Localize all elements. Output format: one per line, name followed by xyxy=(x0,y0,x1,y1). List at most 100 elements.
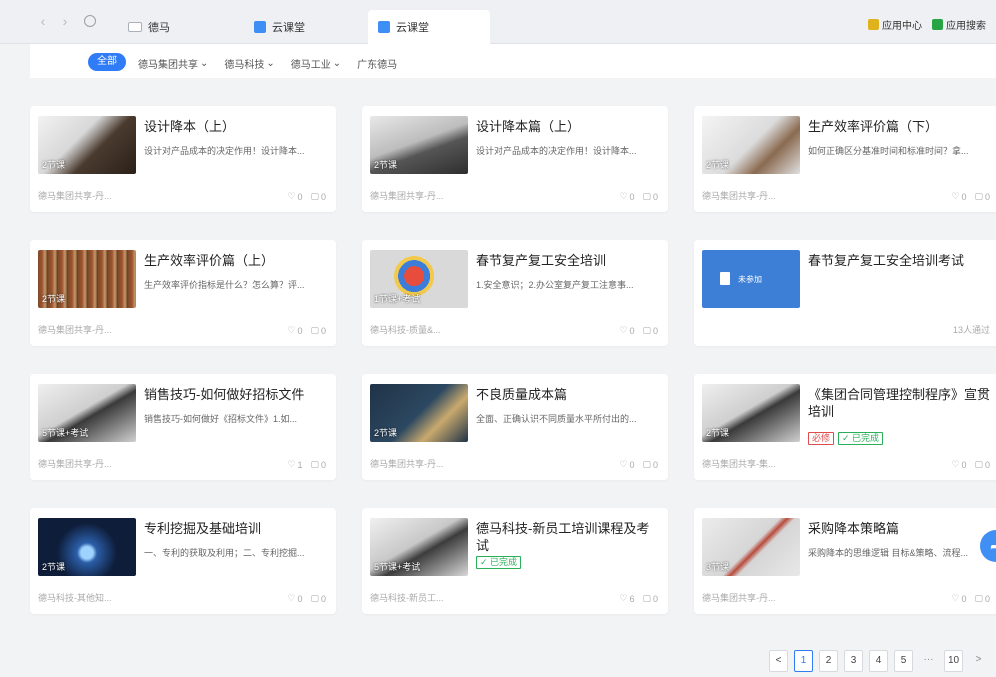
comment-icon: ▢ xyxy=(310,459,319,469)
course-title: 德马科技-新员工培训课程及考试 xyxy=(476,521,650,553)
filter-all-chip[interactable]: 全部 xyxy=(88,53,126,71)
course-card[interactable]: 1节课+考试 春节复产复工安全培训 1.安全意识；2.办公室复产复工注意事...… xyxy=(362,240,668,346)
filter-dema-group[interactable]: 德马集团共享 ⌄ xyxy=(138,56,208,71)
document-icon xyxy=(720,272,730,285)
comment-count[interactable]: ▢ 0 xyxy=(310,459,326,470)
comment-icon: ▢ xyxy=(642,593,651,603)
tab-cloud-class-2[interactable]: 云课堂 xyxy=(368,10,490,44)
thumbs-up-icon: ♡ xyxy=(951,593,960,603)
tab-cloud-class-1[interactable]: 云课堂 xyxy=(244,10,315,44)
completed-badge: ✓ 已完成 xyxy=(476,556,522,569)
comment-count[interactable]: ▢ 0 xyxy=(310,325,326,336)
comment-count[interactable]: ▢ 0 xyxy=(642,593,658,604)
course-source: 德马科技-其他知... xyxy=(38,593,112,603)
prev-page-button[interactable]: < xyxy=(769,650,788,672)
app-grid-icon xyxy=(868,19,879,30)
comment-icon: ▢ xyxy=(974,593,983,603)
like-count[interactable]: ♡ 0 xyxy=(619,459,634,470)
comment-count[interactable]: ▢ 0 xyxy=(974,459,990,470)
course-title: 《集团合同管理控制程序》宣贯培训 xyxy=(808,387,991,419)
back-icon[interactable]: ‹ xyxy=(36,14,50,28)
app-center-link[interactable]: 应用中心 xyxy=(868,17,922,32)
refresh-icon[interactable] xyxy=(84,15,96,27)
page-10-button[interactable]: 10 xyxy=(944,650,963,672)
course-source: 德马科技-新员工... xyxy=(370,593,444,603)
chevron-down-icon: ⌄ xyxy=(332,58,342,69)
app-search-icon xyxy=(932,19,943,30)
course-title: 设计降本（上） xyxy=(144,119,236,134)
browser-tab-bar: ‹ › 德马 云课堂 云课堂 应用中心 应用搜索 xyxy=(0,0,996,44)
course-card[interactable]: 2节课 不良质量成本篇 全面、正确认识不同质量水平所付出的... 德马集团共享-… xyxy=(362,374,668,480)
exam-card[interactable]: 未参加 春节复产复工安全培训考试 13人通过 xyxy=(694,240,996,346)
course-title: 专利挖掘及基础培训 xyxy=(144,521,262,536)
comment-icon: ▢ xyxy=(310,325,319,335)
course-card[interactable]: 2节课 生产效率评价篇（上） 生产效率评价指标是什么？怎么算？评... 德马集团… xyxy=(30,240,336,346)
thumbs-up-icon: ♡ xyxy=(619,459,628,469)
thumbs-up-icon: ♡ xyxy=(619,325,628,335)
course-desc: 设计对产品成本的决定作用！设计降本... xyxy=(476,146,637,156)
page-3-button[interactable]: 3 xyxy=(844,650,863,672)
comment-icon: ▢ xyxy=(642,459,651,469)
comment-count[interactable]: ▢ 0 xyxy=(642,325,658,336)
course-card[interactable]: 5节课+考试 德马科技-新员工培训课程及考试 ✓ 已完成 德马科技-新员工...… xyxy=(362,508,668,614)
course-thumbnail: 2节课 xyxy=(38,518,136,576)
next-page-button[interactable]: > xyxy=(969,650,988,672)
like-count[interactable]: ♡ 0 xyxy=(619,325,634,336)
course-source: 德马集团共享-丹... xyxy=(702,593,776,603)
thumbs-up-icon: ♡ xyxy=(287,593,296,603)
page-4-button[interactable]: 4 xyxy=(869,650,888,672)
course-thumbnail: 2节课 xyxy=(38,250,136,308)
like-count[interactable]: ♡ 0 xyxy=(287,593,302,604)
course-card[interactable]: 2节课 设计降本（上） 设计对产品成本的决定作用！设计降本... 德马集团共享-… xyxy=(30,106,336,212)
course-title: 春节复产复工安全培训 xyxy=(476,253,607,268)
like-count[interactable]: ♡ 0 xyxy=(951,593,966,604)
course-desc: 如何正确区分基准时间和标准时间？拿... xyxy=(808,146,969,156)
course-card[interactable]: 3节课 采购降本策略篇 采购降本的思维逻辑 目标&策略、流程... 德马集团共享… xyxy=(694,508,996,614)
course-source: 德马集团共享-集... xyxy=(702,459,776,469)
filter-dema-industry[interactable]: 德马工业 ⌄ xyxy=(291,56,341,71)
comment-count[interactable]: ▢ 0 xyxy=(974,191,990,202)
passed-count: 13人通过 xyxy=(952,325,990,335)
course-desc: 销售技巧-如何做好《招标文件》1.如... xyxy=(144,414,298,424)
like-count[interactable]: ♡ 0 xyxy=(619,191,634,202)
course-thumbnail: 2节课 xyxy=(370,116,468,174)
thumbs-up-icon: ♡ xyxy=(619,593,628,603)
course-card[interactable]: 5节课+考试 销售技巧-如何做好招标文件 销售技巧-如何做好《招标文件》1.如.… xyxy=(30,374,336,480)
course-desc: 生产效率评价指标是什么？怎么算？评... xyxy=(144,280,305,290)
course-desc: 一、专利的获取及利用；二、专利挖掘... xyxy=(144,548,305,558)
comment-icon: ▢ xyxy=(310,191,319,201)
comment-count[interactable]: ▢ 0 xyxy=(310,191,326,202)
filter-dema-tech[interactable]: 德马科技 ⌄ xyxy=(224,56,274,71)
comment-icon: ▢ xyxy=(974,459,983,469)
course-card[interactable]: 2节课 专利挖掘及基础培训 一、专利的获取及利用；二、专利挖掘... 德马科技-… xyxy=(30,508,336,614)
page-1-button[interactable]: 1 xyxy=(794,650,813,672)
like-count[interactable]: ♡ 1 xyxy=(287,459,302,470)
comment-icon: ▢ xyxy=(642,191,651,201)
course-title: 设计降本篇（上） xyxy=(476,119,581,134)
page-2-button[interactable]: 2 xyxy=(819,650,838,672)
filter-guangdong-dema[interactable]: 广东德马 xyxy=(357,56,397,71)
required-badge: 必修 xyxy=(808,432,835,445)
tab-dema[interactable]: 德马 xyxy=(118,10,180,44)
comment-count[interactable]: ▢ 0 xyxy=(642,191,658,202)
cloud-class-icon xyxy=(378,21,390,33)
app-search-link[interactable]: 应用搜索 xyxy=(932,17,986,32)
course-title: 不良质量成本篇 xyxy=(476,387,568,402)
course-desc: 设计对产品成本的决定作用！设计降本... xyxy=(144,146,305,156)
course-card[interactable]: 2节课 《集团合同管理控制程序》宣贯培训 必修 ✓ 已完成 德马集团共享-集..… xyxy=(694,374,996,480)
course-card[interactable]: 2节课 生产效率评价篇（下） 如何正确区分基准时间和标准时间？拿... 德马集团… xyxy=(694,106,996,212)
course-thumbnail: 5节课+考试 xyxy=(370,518,468,576)
course-card[interactable]: 2节课 设计降本篇（上） 设计对产品成本的决定作用！设计降本... 德马集团共享… xyxy=(362,106,668,212)
course-thumbnail: 1节课+考试 xyxy=(370,250,468,308)
like-count[interactable]: ♡ 0 xyxy=(287,325,302,336)
comment-count[interactable]: ▢ 0 xyxy=(310,593,326,604)
course-thumbnail: 3节课 xyxy=(702,518,800,576)
forward-icon[interactable]: › xyxy=(58,14,72,28)
page-5-button[interactable]: 5 xyxy=(894,650,913,672)
like-count[interactable]: ♡ 0 xyxy=(951,459,966,470)
like-count[interactable]: ♡ 0 xyxy=(951,191,966,202)
like-count[interactable]: ♡ 0 xyxy=(287,191,302,202)
comment-count[interactable]: ▢ 0 xyxy=(642,459,658,470)
comment-count[interactable]: ▢ 0 xyxy=(974,593,990,604)
like-count[interactable]: ♡ 6 xyxy=(619,593,634,604)
